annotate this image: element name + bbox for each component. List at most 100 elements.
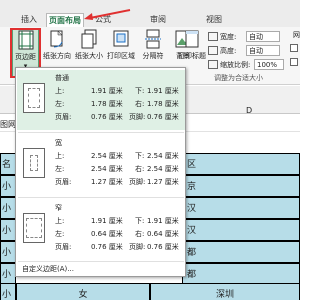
scale-input[interactable]: 100% bbox=[254, 59, 284, 70]
margins-dropdown-menu: 普通 上: 1.91 厘米 下: 1.91 厘米 左: 1.78 厘米 右: 1… bbox=[15, 67, 186, 277]
print-titles-icon bbox=[185, 30, 199, 48]
separator bbox=[18, 261, 184, 262]
footer-value: 0.76 厘米 bbox=[147, 113, 179, 121]
paper-size-label: 纸张大小 bbox=[75, 52, 103, 60]
scale-label: 缩放比例: bbox=[220, 61, 251, 69]
tab-view[interactable]: 视图 bbox=[201, 13, 227, 27]
orientation-label: 纸张方向 bbox=[43, 52, 71, 60]
right-value: 2.54 厘米 bbox=[147, 165, 179, 173]
right-label: 右: bbox=[135, 100, 145, 108]
margin-option-normal[interactable]: 普通 上: 1.91 厘米 下: 1.91 厘米 左: 1.78 厘米 右: 1… bbox=[17, 70, 185, 130]
top-label: 上: bbox=[55, 87, 65, 95]
tab-page-layout[interactable]: 页面布局 bbox=[46, 13, 84, 28]
width-icon bbox=[208, 32, 218, 41]
width-control: 宽度: 自动 bbox=[208, 31, 300, 43]
right-value: 0.64 厘米 bbox=[147, 230, 179, 238]
left-label: 左: bbox=[55, 100, 65, 108]
table-cell-right[interactable]: 京 bbox=[182, 175, 300, 197]
scale-group-label: 调整为合适大小 bbox=[214, 74, 263, 82]
breaks-label: 分隔符 bbox=[142, 52, 164, 60]
print-titles-label: 打印标题 bbox=[178, 52, 206, 60]
side-label-gridlines: 网 bbox=[293, 31, 300, 39]
table-cell-gender[interactable]: 女 bbox=[16, 283, 150, 300]
footer-value: 0.76 厘米 bbox=[147, 243, 179, 251]
bottom-value: 2.54 厘米 bbox=[147, 152, 179, 160]
footer-value: 1.27 厘米 bbox=[147, 178, 179, 186]
side-checkbox[interactable] bbox=[290, 44, 298, 52]
page-margins-normal-icon bbox=[23, 83, 45, 113]
top-label: 上: bbox=[55, 152, 65, 160]
tab-insert[interactable]: 插入 bbox=[14, 13, 44, 27]
right-label: 右: bbox=[135, 165, 145, 173]
height-select[interactable]: 自动 bbox=[246, 45, 280, 56]
top-value: 2.54 厘米 bbox=[91, 152, 123, 160]
header-label: 页眉: bbox=[55, 113, 72, 121]
footer-label: 页脚: bbox=[129, 113, 146, 121]
tab-review[interactable]: 审阅 bbox=[145, 13, 171, 27]
separator bbox=[18, 197, 184, 198]
width-label: 宽度: bbox=[220, 33, 237, 41]
table-cell-left[interactable]: 小思 bbox=[0, 241, 16, 280]
page-margins-wide-icon bbox=[23, 148, 45, 178]
height-label: 高度: bbox=[220, 47, 237, 55]
orientation-icon bbox=[50, 30, 63, 48]
separator bbox=[18, 132, 184, 133]
header-label: 页眉: bbox=[55, 178, 72, 186]
header-value: 0.76 厘米 bbox=[91, 243, 123, 251]
left-label: 左: bbox=[55, 165, 65, 173]
print-area-icon bbox=[113, 30, 129, 47]
column-header-d[interactable]: D bbox=[246, 106, 252, 115]
header-label: 页眉: bbox=[55, 243, 72, 251]
tab-file[interactable] bbox=[0, 13, 14, 27]
left-value: 1.78 厘米 bbox=[91, 100, 123, 108]
table-cell-left[interactable]: 小园 bbox=[0, 175, 16, 214]
table-cell-right[interactable]: 都 bbox=[182, 263, 300, 285]
footer-label: 页脚: bbox=[129, 178, 146, 186]
annotation-arrow-icon bbox=[84, 9, 131, 20]
margin-option-narrow[interactable]: 窄 上: 1.91 厘米 下: 1.91 厘米 左: 0.64 厘米 右: 0.… bbox=[17, 200, 185, 260]
footer-label: 页脚: bbox=[129, 243, 146, 251]
bottom-label: 下: bbox=[135, 217, 145, 225]
option-name: 宽 bbox=[55, 139, 62, 147]
custom-margins-item[interactable]: 自定义边距(A)... bbox=[22, 264, 74, 274]
table-cell-right[interactable]: 区 bbox=[182, 153, 300, 175]
right-value: 1.78 厘米 bbox=[147, 100, 179, 108]
width-select[interactable]: 自动 bbox=[246, 31, 280, 42]
left-value: 2.54 厘米 bbox=[91, 165, 123, 173]
bottom-label: 下: bbox=[135, 87, 145, 95]
bottom-value: 1.91 厘米 bbox=[147, 87, 179, 95]
option-name: 普通 bbox=[55, 74, 69, 82]
side-checkbox[interactable] bbox=[290, 58, 298, 66]
page-margins-narrow-icon bbox=[23, 213, 45, 243]
table-cell-right[interactable]: 都 bbox=[182, 241, 300, 263]
left-value: 0.64 厘米 bbox=[91, 230, 123, 238]
bottom-value: 1.91 厘米 bbox=[147, 217, 179, 225]
table-cell-left[interactable]: 小兔 bbox=[0, 197, 16, 236]
table-cell-left[interactable]: 名 bbox=[0, 153, 16, 175]
height-control: 高度: 自动 bbox=[208, 45, 300, 57]
table-cell-city[interactable]: 深圳 bbox=[150, 283, 300, 300]
table-cell-right[interactable]: 汉 bbox=[182, 219, 300, 241]
option-name: 窄 bbox=[55, 204, 62, 212]
top-label: 上: bbox=[55, 217, 65, 225]
scale-icon bbox=[208, 60, 218, 69]
right-label: 右: bbox=[135, 230, 145, 238]
height-icon bbox=[208, 46, 218, 55]
table-cell-left[interactable]: 小月 bbox=[0, 263, 16, 300]
ribbon-tab-bar: 插入 页面布局 公式 审阅 视图 bbox=[0, 0, 300, 28]
left-label: 左: bbox=[55, 230, 65, 238]
breaks-icon bbox=[145, 29, 161, 49]
top-value: 1.91 厘米 bbox=[91, 87, 123, 95]
scale-control: 缩放比例: 100% bbox=[208, 59, 300, 71]
margin-option-wide[interactable]: 宽 上: 2.54 厘米 下: 2.54 厘米 左: 2.54 厘米 右: 2.… bbox=[17, 135, 185, 195]
top-value: 1.91 厘米 bbox=[91, 217, 123, 225]
bottom-label: 下: bbox=[135, 152, 145, 160]
header-value: 1.27 厘米 bbox=[91, 178, 123, 186]
table-cell-right[interactable]: 汉 bbox=[182, 197, 300, 219]
header-value: 0.76 厘米 bbox=[91, 113, 123, 121]
table-cell-left[interactable]: 小依 bbox=[0, 219, 16, 258]
table-cell-left[interactable]: 小璇 bbox=[0, 283, 16, 300]
sheet-title-fragment: 图网 bbox=[0, 120, 16, 129]
paper-size-icon bbox=[81, 29, 97, 49]
print-area-label: 打印区域 bbox=[107, 52, 135, 60]
